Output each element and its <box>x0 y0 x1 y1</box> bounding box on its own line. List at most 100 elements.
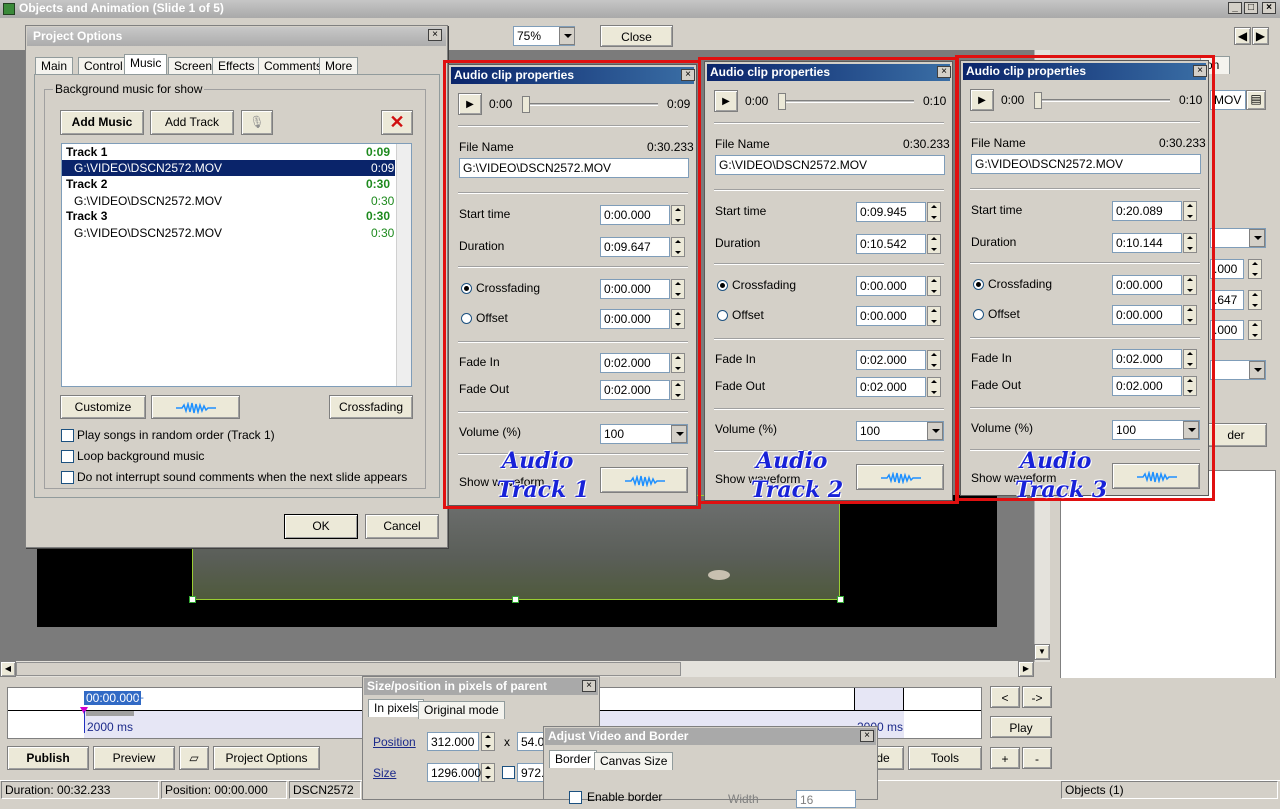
publish-button[interactable]: Publish <box>7 746 89 770</box>
position-x-sep: x <box>504 735 510 749</box>
add-track-button[interactable]: Add Track <box>150 110 234 135</box>
keep-aspect-checkbox[interactable] <box>502 766 515 779</box>
right-value-1[interactable]: .000 <box>1210 259 1244 279</box>
tab-effects[interactable]: Effects <box>212 57 261 75</box>
handle-bm[interactable] <box>512 596 519 603</box>
crossfading-button[interactable]: Crossfading <box>329 395 413 419</box>
track-3-file[interactable]: G:\VIDEO\DSCN2572.MOV <box>74 226 222 240</box>
timeline-ms-left: 2000 ms <box>87 720 134 734</box>
customize-button[interactable]: Customize <box>60 395 146 419</box>
track-3-name[interactable]: Track 3 <box>66 209 107 223</box>
browse-folder-icon[interactable]: ▤ <box>1246 90 1266 110</box>
preview-button[interactable]: Preview <box>93 746 175 770</box>
timeline-gray-bar <box>86 711 134 716</box>
right-spin-2[interactable] <box>1248 290 1262 310</box>
size-position-close-icon[interactable]: × <box>582 680 596 692</box>
zoom-in-button[interactable]: + <box>990 747 1020 769</box>
position-x-field[interactable]: 312.000 <box>427 732 479 751</box>
track-2-name[interactable]: Track 2 <box>66 177 107 191</box>
random-order-label: Play songs in random order (Track 1) <box>77 428 275 442</box>
no-interrupt-checkbox[interactable] <box>61 471 74 484</box>
tab-border[interactable]: Border <box>549 750 598 768</box>
close-icon[interactable]: × <box>1262 2 1276 14</box>
maximize-icon[interactable]: □ <box>1244 2 1258 14</box>
size-link[interactable]: Size <box>373 766 396 780</box>
tab-music[interactable]: Music <box>124 54 168 75</box>
adjust-video-close-icon[interactable]: × <box>860 730 874 742</box>
right-file-field[interactable]: MOV <box>1210 90 1246 110</box>
red-highlight-2 <box>698 57 959 504</box>
right-dropdown-2-icon[interactable] <box>1249 361 1265 379</box>
scroll-right-icon[interactable]: ▶ <box>1252 27 1269 45</box>
enable-border-checkbox[interactable] <box>569 791 582 804</box>
tab-comments[interactable]: Comments <box>258 57 329 75</box>
right-spin-3[interactable] <box>1248 320 1262 340</box>
right-value-3[interactable]: .000 <box>1210 320 1244 340</box>
bg-music-group-label: Background music for show <box>53 82 205 96</box>
scroll-down-icon[interactable]: ▼ <box>1034 644 1050 660</box>
tools-button[interactable]: Tools <box>908 746 982 770</box>
minimize-icon[interactable]: _ <box>1228 2 1242 14</box>
track-list[interactable] <box>61 143 412 387</box>
loop-label: Loop background music <box>77 449 205 463</box>
delete-icon[interactable]: ✕ <box>381 110 413 135</box>
track-list-scrollbar[interactable] <box>396 144 411 386</box>
tab-main[interactable]: Main <box>35 57 74 75</box>
ok-button[interactable]: OK <box>284 514 358 539</box>
adjust-video-title: Adjust Video and Border <box>548 729 689 743</box>
random-order-checkbox[interactable] <box>61 429 74 442</box>
size-w-field[interactable]: 1296.000 <box>427 763 481 782</box>
track-2-duration: 0:30 <box>366 177 391 191</box>
border-width-field[interactable]: 16 <box>796 790 856 808</box>
tab-canvas-size[interactable]: Canvas Size <box>594 752 674 770</box>
track-1-name[interactable]: Track 1 <box>66 145 107 159</box>
zoom-dropdown-icon[interactable] <box>559 27 575 45</box>
hscroll-right-icon[interactable]: ▶ <box>1018 661 1034 677</box>
position-x-spin[interactable] <box>481 732 495 751</box>
hscroll-left-icon[interactable]: ◀ <box>0 661 16 677</box>
tab-in-pixels[interactable]: In pixels <box>368 699 425 717</box>
project-options-title: Project Options <box>33 29 123 43</box>
next-slide-button[interactable]: -> <box>1022 686 1052 708</box>
size-position-titlebar: Size/position in pixels of parent <box>364 678 598 695</box>
tab-original-mode[interactable]: Original mode <box>418 701 505 719</box>
project-options-close-icon[interactable]: × <box>428 29 442 41</box>
project-options-titlebar: Project Options <box>27 27 446 46</box>
timeline-clip-end <box>854 688 904 710</box>
track-1-file: G:\VIDEO\DSCN2572.MOV <box>74 161 223 175</box>
tab-more[interactable]: More <box>319 57 359 75</box>
track-2-file-duration: 0:30 <box>371 194 395 208</box>
window-titlebar: Objects and Animation (Slide 1 of 5) _ □… <box>0 0 1280 18</box>
size-w-spin[interactable] <box>481 763 495 782</box>
status-objects: Objects (1) <box>1061 781 1278 799</box>
tab-control[interactable]: Control <box>78 57 129 75</box>
timeline-time[interactable]: 00:00.000 <box>84 691 142 705</box>
add-music-button[interactable]: Add Music <box>60 110 144 135</box>
annotation-3-audio: Audio <box>1020 448 1092 474</box>
app-icon <box>3 3 15 15</box>
adjust-video-titlebar: Adjust Video and Border <box>545 728 876 745</box>
track-2-file[interactable]: G:\VIDEO\DSCN2572.MOV <box>74 194 222 208</box>
slide-options-icon[interactable]: ▱ <box>179 746 209 770</box>
handle-br[interactable] <box>837 596 844 603</box>
right-dropdown-1-icon[interactable] <box>1249 229 1265 247</box>
tab-screen[interactable]: Screen <box>168 57 219 75</box>
zoom-out-button[interactable]: - <box>1022 747 1052 769</box>
hscroll-thumb[interactable] <box>16 662 681 676</box>
project-options-button[interactable]: Project Options <box>213 746 320 770</box>
loop-checkbox[interactable] <box>61 450 74 463</box>
waveform-button[interactable] <box>151 395 240 419</box>
status-file: DSCN2572 <box>289 781 361 799</box>
scroll-left-icon[interactable]: ◀ <box>1234 27 1251 45</box>
enable-border-label: Enable border <box>587 790 663 804</box>
position-link[interactable]: Position <box>373 735 416 749</box>
right-value-2[interactable]: .647 <box>1210 290 1244 310</box>
prev-slide-button[interactable]: < <box>990 686 1020 708</box>
timeline-plus: + <box>137 691 145 705</box>
cancel-button[interactable]: Cancel <box>365 514 439 539</box>
microphone-icon[interactable]: 🎙 <box>241 110 273 135</box>
right-spin-1[interactable] <box>1248 259 1262 279</box>
close-button[interactable]: Close <box>600 25 673 47</box>
handle-bl[interactable] <box>189 596 196 603</box>
play-button[interactable]: Play <box>990 716 1052 738</box>
